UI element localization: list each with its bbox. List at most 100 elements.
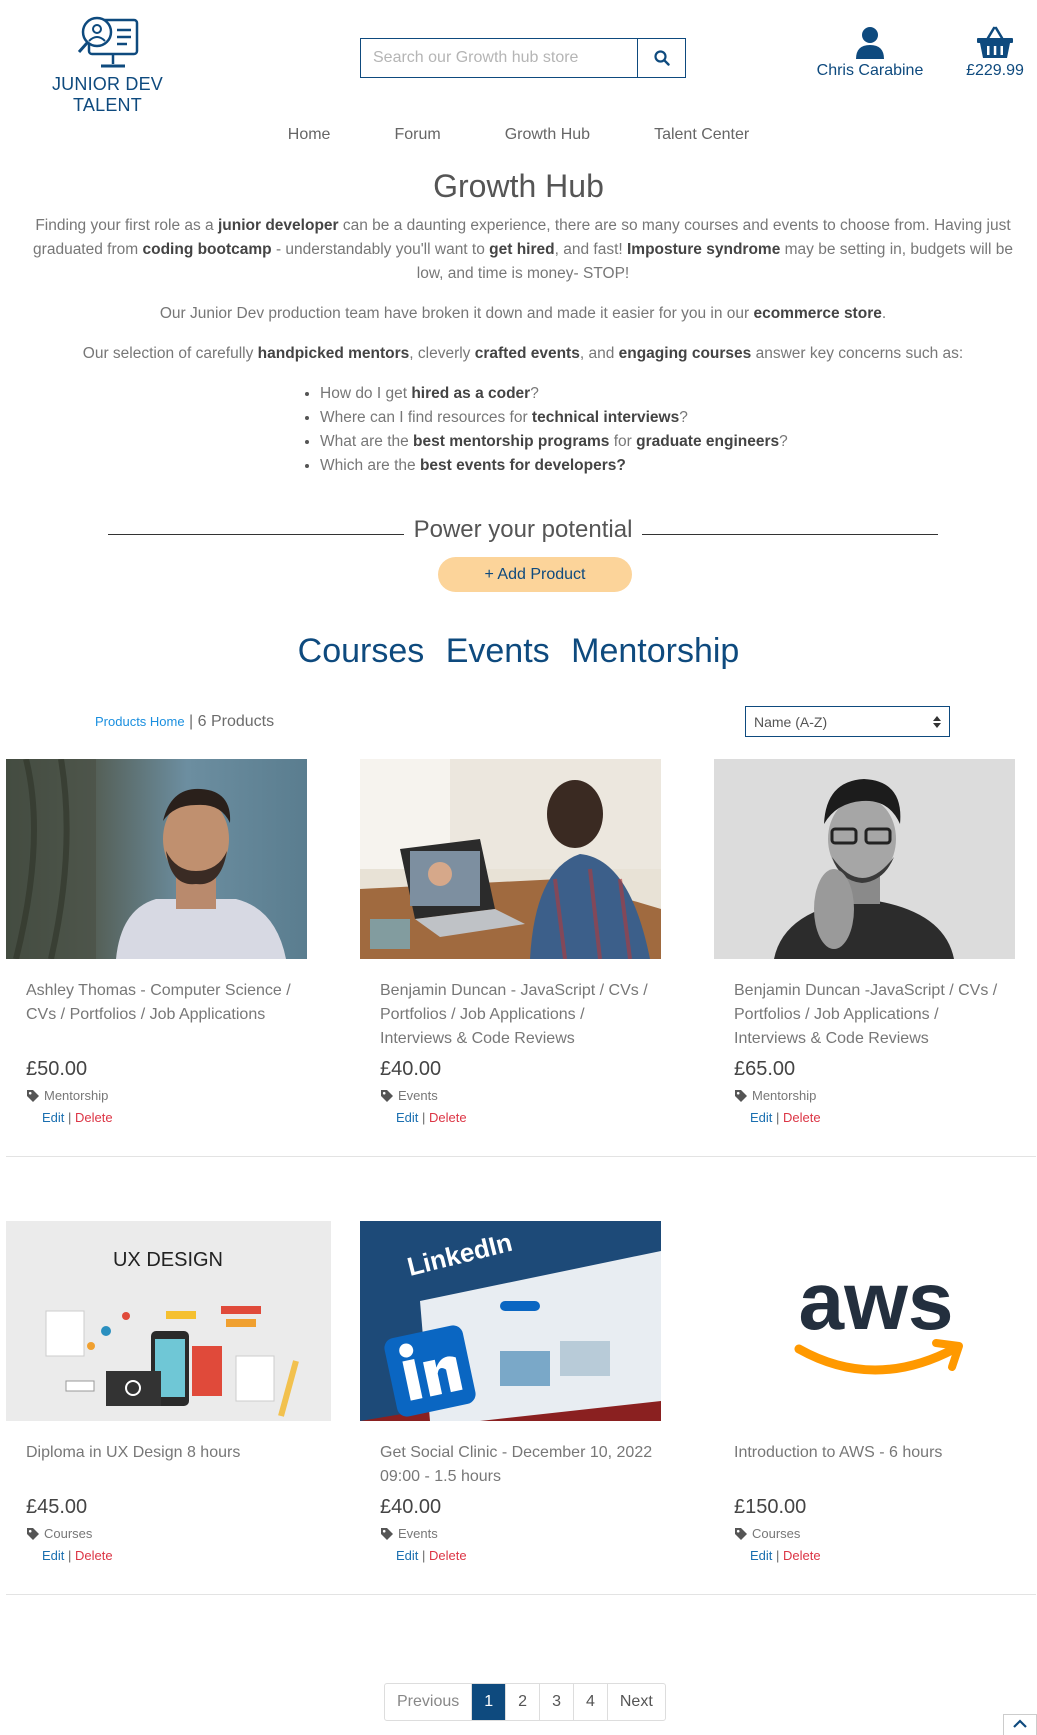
product-name[interactable]: Introduction to AWS - 6 hours [734,1441,1014,1465]
category-events[interactable]: Events [446,632,550,670]
concern-item: Which are the best events for developers… [320,454,900,478]
emphasis-text: graduate engineers [636,433,780,450]
product-category[interactable]: Courses [734,1526,800,1541]
back-to-top-button[interactable] [1003,1714,1037,1735]
search-bar [360,38,686,78]
nav-growth-hub[interactable]: Growth Hub [473,126,622,144]
product-price: £40.00 [380,1496,442,1518]
separator: | [772,1110,784,1125]
tag-icon [735,1527,747,1540]
delete-link[interactable]: Delete [75,1110,113,1125]
add-product-button[interactable]: + Add Product [438,557,632,592]
concern-item: How do I get hired as a coder? [320,382,900,406]
shopping-cart[interactable]: £229.99 [955,26,1035,80]
cart-total: £229.99 [966,62,1024,79]
product-name[interactable]: Get Social Clinic - December 10, 2022 09… [380,1441,660,1489]
product-actions: Edit | Delete [750,1548,821,1563]
separator: | [418,1548,430,1563]
edit-link[interactable]: Edit [750,1110,772,1125]
product-category[interactable]: Mentorship [734,1088,816,1103]
nav-forum[interactable]: Forum [362,126,472,144]
product-price: £150.00 [734,1496,807,1518]
sort-arrows-icon [933,715,941,728]
edit-link[interactable]: Edit [396,1548,418,1563]
category-label: Courses [44,1526,93,1541]
brand-logo[interactable]: JUNIOR DEV TALENT [20,14,195,116]
edit-link[interactable]: Edit [42,1110,64,1125]
search-button[interactable] [637,39,685,77]
sort-select[interactable]: Name (A-Z) [745,706,950,737]
intro-paragraph-2: Our Junior Dev production team have brok… [159,305,887,322]
edit-link[interactable]: Edit [42,1548,64,1563]
product-image[interactable] [360,759,661,959]
edit-link[interactable]: Edit [750,1548,772,1563]
nav-home[interactable]: Home [256,126,363,144]
delete-link[interactable]: Delete [783,1110,821,1125]
product-name[interactable]: Benjamin Duncan -JavaScript / CVs / Port… [734,979,1014,1051]
tag-icon [27,1527,39,1540]
pagination: Previous 1 2 3 4 Next [384,1683,666,1721]
product-actions: Edit | Delete [750,1110,821,1125]
search-input[interactable] [361,39,637,77]
page-3-button[interactable]: 3 [540,1684,574,1720]
section-heading: Power your potential [413,516,633,543]
product-name[interactable]: Diploma in UX Design 8 hours [26,1441,306,1465]
product-actions: Edit | Delete [396,1548,467,1563]
emphasis-text: engaging courses [618,345,752,362]
product-card: Benjamin Duncan - JavaScript / CVs / Por… [360,759,680,1125]
next-page-button[interactable]: Next [608,1684,665,1720]
product-price: £65.00 [734,1058,796,1080]
category-label: Events [398,1088,438,1103]
emphasis-text: hired as a coder [411,385,531,402]
product-image[interactable]: LinkedIn [360,1221,661,1421]
ux-design-illustration: UX DESIGN [45,1249,299,1417]
category-label: Courses [752,1526,801,1541]
delete-link[interactable]: Delete [429,1548,467,1563]
nav-talent-center[interactable]: Talent Center [622,126,781,144]
account-menu[interactable]: Chris Carabine [810,26,930,80]
tag-icon [381,1089,393,1102]
separator: | [772,1548,784,1563]
product-image[interactable] [6,759,307,959]
page-title: Growth Hub [433,168,604,204]
page-4-button[interactable]: 4 [574,1684,608,1720]
product-category[interactable]: Events [380,1088,438,1103]
chevron-up-icon [1013,1719,1027,1728]
emphasis-text: junior developer [217,217,339,234]
product-category[interactable]: Courses [26,1526,92,1541]
product-price: £45.00 [26,1496,88,1518]
developer-monitor-icon [77,16,138,68]
row-divider [6,1156,1036,1157]
separator: | [64,1110,76,1125]
products-home-link[interactable]: Products Home [95,714,185,729]
edit-link[interactable]: Edit [396,1110,418,1125]
page-1-button[interactable]: 1 [472,1684,507,1720]
product-name[interactable]: Benjamin Duncan - JavaScript / CVs / Por… [380,979,660,1051]
user-icon [856,27,884,59]
product-image[interactable]: UX DESIGN [6,1221,331,1421]
emphasis-text: ecommerce store [753,305,882,322]
emphasis-text: technical interviews [531,409,680,426]
delete-link[interactable]: Delete [429,1110,467,1125]
search-icon [653,50,670,66]
previous-page-button[interactable]: Previous [385,1684,473,1720]
product-card: UX DESIGN Diploma in UX Design 8 hours £… [6,1221,331,1563]
sort-value: Name (A-Z) [754,713,828,730]
product-image[interactable]: aws [714,1221,1015,1421]
category-courses[interactable]: Courses [298,632,425,670]
product-image[interactable] [714,759,1015,959]
tag-icon [27,1089,39,1102]
product-category[interactable]: Events [380,1526,438,1541]
product-price: £50.00 [26,1058,88,1080]
emphasis-text: best events for developers? [419,457,626,474]
delete-link[interactable]: Delete [783,1548,821,1563]
delete-link[interactable]: Delete [75,1548,113,1563]
product-name[interactable]: Ashley Thomas - Computer Science / CVs /… [26,979,306,1027]
page-2-button[interactable]: 2 [506,1684,541,1720]
separator: | [184,713,198,730]
main-nav: Home Forum Growth Hub Talent Center [0,126,1037,144]
product-category[interactable]: Mentorship [26,1088,108,1103]
account-name: Chris Carabine [816,62,924,79]
ux-design-title: UX DESIGN [113,1249,223,1271]
category-mentorship[interactable]: Mentorship [571,632,739,670]
